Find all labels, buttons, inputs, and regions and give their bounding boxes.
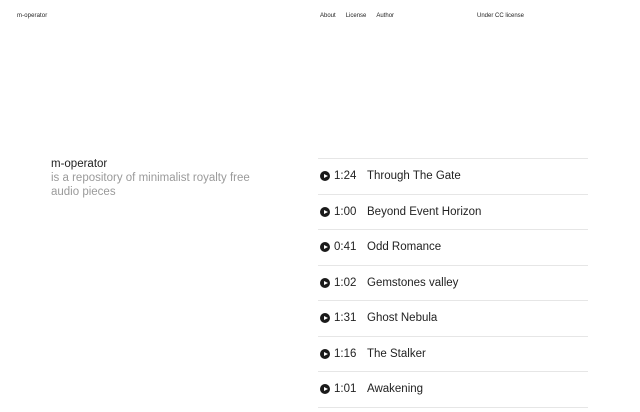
intro: m-operator is a repository of minimalist… [51,157,281,199]
track-item[interactable]: 1:02 Gemstones valley [318,266,588,301]
track-duration: 1:16 [334,347,357,360]
play-icon[interactable] [320,384,330,395]
play-icon[interactable] [320,348,330,359]
nav-link-author[interactable]: Author [376,13,394,19]
play-icon[interactable] [320,313,330,324]
track-duration: 1:24 [334,170,357,183]
nav-link-about[interactable]: About [320,13,336,19]
intro-description: is a repository of minimalist royalty fr… [51,172,250,198]
page: m-operator About License Author Under CC… [0,0,640,412]
track-duration: 0:41 [334,241,357,254]
track-title: The Stalker [367,347,426,360]
play-icon[interactable] [320,171,330,182]
track-item[interactable]: 1:31 Ghost Nebula [318,301,588,337]
track-item[interactable]: 0:41 Odd Romance [318,230,588,266]
track-title: Through The Gate [367,170,461,183]
track-title: Ghost Nebula [367,312,438,325]
track-item[interactable]: 1:16 The Stalker [318,337,588,372]
license-note: Under CC license [477,13,525,19]
play-icon[interactable] [320,242,330,253]
intro-title: m-operator [51,158,108,170]
track-list: 1:24 Through The Gate 1:00 Beyond Event … [318,158,588,408]
play-icon[interactable] [320,277,330,288]
track-title: Beyond Event Horizon [367,205,482,218]
track-item[interactable]: 1:00 Beyond Event Horizon [318,195,588,230]
site-logo[interactable]: m-operator [17,13,47,19]
track-item[interactable]: 1:01 Awakening [318,372,588,408]
top-nav: About License Author [320,13,404,19]
nav-link-license[interactable]: License [346,13,367,19]
track-title: Awakening [367,383,424,396]
track-item[interactable]: 1:24 Through The Gate [318,159,588,195]
track-duration: 1:02 [334,276,357,289]
track-duration: 1:00 [334,205,357,218]
track-duration: 1:31 [334,312,357,325]
track-title: Gemstones valley [367,276,459,289]
track-title: Odd Romance [367,241,442,254]
play-icon[interactable] [320,206,330,217]
track-duration: 1:01 [334,383,357,396]
